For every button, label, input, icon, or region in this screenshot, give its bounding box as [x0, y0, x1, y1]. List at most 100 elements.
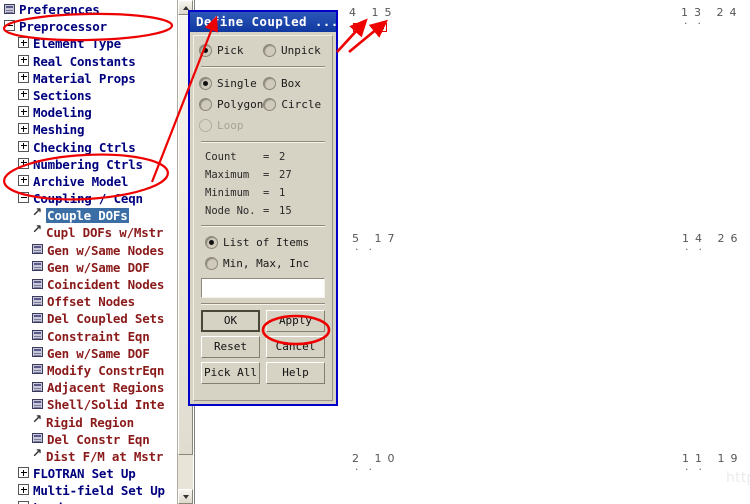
entry-mode-group[interactable]: List of Items Min, Max, Inc: [199, 232, 327, 274]
tree-item-preferences[interactable]: Preferences: [0, 0, 177, 17]
tree-item-shell-solid-inte[interactable]: Shell/Solid Inte: [0, 395, 177, 412]
preprocessor-tree-panel: Preferences Preprocessor Element Type Real …: [0, 0, 195, 504]
radio-polygon[interactable]: Polygon: [199, 98, 263, 111]
node-label-group: 5 17 ··: [352, 232, 401, 256]
picked-node-marker: [353, 23, 362, 32]
tree-item-label: Meshing: [33, 122, 85, 138]
tree-item-modeling[interactable]: Modeling: [0, 103, 177, 120]
cancel-button[interactable]: Cancel: [266, 336, 325, 358]
tree-item-del-constr-eqn[interactable]: Del Constr Eqn: [0, 430, 177, 447]
tree-item-coincident-nodes[interactable]: Coincident Nodes: [0, 275, 177, 292]
radio-label: Unpick: [281, 44, 321, 57]
tree-item-label: Gen w/Same DOF: [47, 259, 150, 275]
radio-dot-icon: [199, 98, 212, 111]
page-icon: [4, 3, 15, 14]
radio-dot-icon: [199, 119, 212, 132]
shape-mode-group[interactable]: Single Box Polygon Circle Loop: [199, 73, 327, 136]
page-icon: [32, 364, 43, 375]
pick-all-button[interactable]: Pick All: [201, 362, 260, 384]
tree-item-label: Preferences: [19, 1, 100, 17]
tree-list[interactable]: Preferences Preprocessor Element Type Real …: [0, 0, 177, 504]
tree-item-real-constants[interactable]: Real Constants: [0, 52, 177, 69]
tree-item-label: Coupling / Ceqn: [33, 190, 143, 206]
dialog-body: Pick Unpick Single Box Polygon Circle Loop Co…: [193, 35, 333, 401]
radio-min-max-inc[interactable]: Min, Max, Inc: [199, 257, 327, 270]
tree-item-adjacent-regions[interactable]: Adjacent Regions: [0, 378, 177, 395]
tree-item-label: Del Coupled Sets: [47, 311, 165, 327]
tree-item-modify-constreqn[interactable]: Modify ConstrEqn: [0, 361, 177, 378]
tree-item-label: Couple DOFs: [46, 208, 129, 224]
expand-plus-icon[interactable]: [18, 88, 29, 100]
radio-dot-icon: [199, 44, 212, 57]
expand-plus-icon[interactable]: [18, 467, 29, 479]
page-icon: [32, 295, 43, 306]
tree-item-element-type[interactable]: Element Type: [0, 34, 177, 51]
radio-list-of-items[interactable]: List of Items: [199, 236, 327, 249]
ok-button[interactable]: OK: [201, 310, 260, 332]
expand-plus-icon[interactable]: [18, 37, 29, 49]
tree-item-couple-dofs[interactable]: Couple DOFs: [0, 206, 177, 224]
expand-plus-icon[interactable]: [18, 174, 29, 186]
tree-item-preprocessor[interactable]: Preprocessor: [0, 17, 177, 34]
pick-mode-group[interactable]: Pick Unpick: [199, 40, 327, 61]
apply-button[interactable]: Apply: [266, 310, 325, 332]
stat-equals: =: [263, 151, 270, 163]
entry-mode-row: Min, Max, Inc: [199, 253, 327, 274]
tree-item-checking-ctrls[interactable]: Checking Ctrls: [0, 138, 177, 155]
tree-item-material-props[interactable]: Material Props: [0, 69, 177, 86]
help-button[interactable]: Help: [266, 362, 325, 384]
tree-item-archive-model[interactable]: Archive Model: [0, 172, 177, 189]
expand-plus-icon[interactable]: [18, 106, 29, 118]
tree-item-meshing[interactable]: Meshing: [0, 120, 177, 137]
tree-item-cupl-dofs-w-mstr[interactable]: Cupl DOFs w/Mstr: [0, 223, 177, 240]
reset-button[interactable]: Reset: [201, 336, 260, 358]
tree-item-gen-w-same-nodes[interactable]: Gen w/Same Nodes: [0, 241, 177, 258]
tree-item-rigid-region[interactable]: Rigid Region: [0, 413, 177, 430]
tree-item-dist-f-m-at-mstr[interactable]: Dist F/M at Mstr: [0, 447, 177, 464]
expand-plus-icon[interactable]: [18, 157, 29, 169]
stat-node-no: Node No. = 15: [199, 202, 327, 220]
collapse-minus-icon[interactable]: [4, 20, 15, 32]
tree-item-coupling-ceqn[interactable]: Coupling / Ceqn: [0, 189, 177, 206]
tree-item-label: Multi-field Set Up: [33, 483, 165, 499]
radio-box[interactable]: Box: [263, 77, 327, 90]
radio-label: Single: [217, 77, 257, 90]
node-label-group: 4 15: [349, 6, 398, 32]
tree-item-numbering-ctrls[interactable]: Numbering Ctrls: [0, 155, 177, 172]
scroll-down-button[interactable]: [178, 489, 193, 504]
stat-value: 15: [279, 205, 292, 217]
tree-item-offset-nodes[interactable]: Offset Nodes: [0, 292, 177, 309]
expand-plus-icon[interactable]: [18, 123, 29, 135]
tree-item-gen-w-same-dof[interactable]: Gen w/Same DOF: [0, 258, 177, 275]
tree-item-label: Material Props: [33, 70, 136, 86]
tree-item-sections[interactable]: Sections: [0, 86, 177, 103]
node-numbers: 4 15: [349, 6, 398, 19]
radio-dot-icon: [199, 77, 212, 90]
node-label-group: 14 26 ··: [682, 232, 744, 256]
node-list-input[interactable]: [201, 278, 325, 298]
radio-label: Polygon: [217, 98, 264, 111]
radio-unpick[interactable]: Unpick: [263, 44, 327, 57]
tree-item-label: Rigid Region: [46, 414, 134, 430]
expand-plus-icon[interactable]: [18, 140, 29, 152]
radio-circle[interactable]: Circle: [263, 98, 327, 111]
tree-item-label: Gen w/Same Nodes: [47, 242, 165, 258]
expand-plus-icon[interactable]: [18, 484, 29, 496]
radio-pick[interactable]: Pick: [199, 44, 263, 57]
define-coupled-dofs-dialog[interactable]: Define Coupled ... Pick Unpick Single Box P…: [188, 10, 338, 406]
expand-plus-icon[interactable]: [18, 54, 29, 66]
tree-item-loads[interactable]: Loads: [0, 498, 177, 504]
tree-item-constraint-eqn[interactable]: Constraint Eqn: [0, 327, 177, 344]
tree-item-multi-field-set-up[interactable]: Multi-field Set Up: [0, 481, 177, 498]
stat-count: Count = 2: [199, 148, 327, 166]
tree-item-del-coupled-sets[interactable]: Del Coupled Sets: [0, 309, 177, 326]
tree-item-label: Offset Nodes: [47, 294, 135, 310]
expand-plus-icon[interactable]: [18, 71, 29, 83]
tree-item-flotran-set-up[interactable]: FLOTRAN Set Up: [0, 464, 177, 481]
tree-item-gen-w-same-dof[interactable]: Gen w/Same DOF: [0, 344, 177, 361]
page-icon: [32, 347, 43, 358]
collapse-minus-icon[interactable]: [18, 192, 29, 204]
tree-item-label: Shell/Solid Inte: [47, 397, 165, 413]
radio-label: Box: [281, 77, 301, 90]
radio-single[interactable]: Single: [199, 77, 263, 90]
